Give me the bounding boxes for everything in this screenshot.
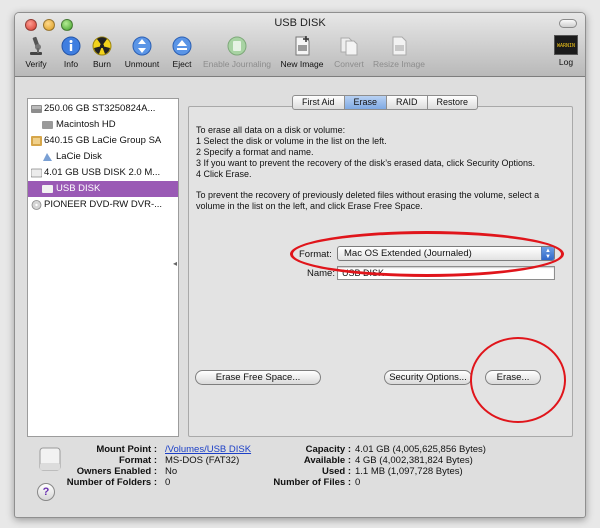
number-of-files-label: Number of Files : <box>273 477 351 488</box>
convert-icon <box>340 37 358 56</box>
sidebar-item-usb-disk-volume[interactable]: USB DISK <box>28 181 178 197</box>
unmount-icon <box>132 36 152 56</box>
erase-free-space-button[interactable]: Erase Free Space... <box>195 370 321 385</box>
log-console-icon: WARNIN <box>554 35 578 55</box>
log-label: Log <box>558 57 574 67</box>
free-space-instruction-line: volume in the list on the left, and clic… <box>196 201 423 211</box>
sidebar-item-label: 640.15 GB LaCie Group SA <box>44 135 162 146</box>
instruction-line: 1 Select the disk or volume in the list … <box>196 136 387 146</box>
instruction-line: 2 Specify a format and name. <box>196 147 314 157</box>
burn-label: Burn <box>93 59 111 69</box>
tab-first-aid[interactable]: First Aid <box>293 96 345 109</box>
title-toolbar: USB DISK Verify Info Burn Unmount Eject … <box>15 13 585 77</box>
new-image-button[interactable]: New Image <box>279 35 325 69</box>
help-button[interactable]: ? <box>37 483 55 501</box>
sidebar-item-label: LaCie Disk <box>56 151 102 162</box>
selected-disk-icon <box>39 447 61 471</box>
sidebar-item-usb-disk-device[interactable]: 4.01 GB USB DISK 2.0 M... <box>28 165 178 181</box>
log-button[interactable]: WARNIN Log <box>553 35 579 67</box>
enable-journaling-label: Enable Journaling <box>202 59 272 69</box>
eject-label: Eject <box>172 59 192 69</box>
format-highlight-annotation <box>290 231 564 277</box>
new-image-icon <box>295 36 310 56</box>
external-disk-icon <box>31 136 42 146</box>
disk-utility-window: USB DISK Verify Info Burn Unmount Eject … <box>14 12 586 518</box>
new-image-label: New Image <box>280 59 324 69</box>
free-space-instruction-line: To prevent the recovery of previously de… <box>196 190 540 200</box>
info-button[interactable]: Info <box>59 35 83 69</box>
unmount-button[interactable]: Unmount <box>121 35 163 69</box>
tab-bar: First Aid Erase RAID Restore <box>292 95 479 110</box>
resize-image-label: Resize Image <box>373 59 425 69</box>
format-info-label: Format : <box>119 455 157 466</box>
security-options-button[interactable]: Security Options... <box>384 370 472 385</box>
verify-button[interactable]: Verify <box>21 35 51 69</box>
sidebar-item-label: 250.06 GB ST3250824A... <box>44 103 156 114</box>
used-value: 1.1 MB (1,097,728 Bytes) <box>355 466 463 477</box>
splitter-handle[interactable]: ◂ <box>173 259 177 268</box>
burn-button[interactable]: Burn <box>89 35 115 69</box>
eject-button[interactable]: Eject <box>169 35 195 69</box>
internal-disk-icon <box>31 105 42 113</box>
sidebar-item-lacie-disk[interactable]: LaCie Disk <box>28 149 178 165</box>
disk-list-sidebar[interactable]: 250.06 GB ST3250824A... Macintosh HD 640… <box>27 98 179 437</box>
owners-enabled-value: No <box>165 466 178 477</box>
convert-label: Convert <box>334 59 364 69</box>
sidebar-item-label: USB DISK <box>56 183 101 194</box>
resize-image-button[interactable]: Resize Image <box>371 35 427 69</box>
sidebar-item-macintosh-hd[interactable]: Macintosh HD <box>28 117 178 133</box>
available-label: Available : <box>303 455 351 466</box>
mount-point-link[interactable]: /Volumes/USB DISK <box>165 444 251 455</box>
sidebar-item-internal-disk[interactable]: 250.06 GB ST3250824A... <box>28 101 178 117</box>
number-of-folders-value: 0 <box>165 477 171 488</box>
number-of-files-value: 0 <box>355 477 361 488</box>
instruction-line: To erase all data on a disk or volume: <box>196 125 346 135</box>
burn-radiation-icon <box>92 36 112 56</box>
owners-enabled-label: Owners Enabled : <box>76 466 157 477</box>
instruction-line: 4 Click Erase. <box>196 169 252 179</box>
eject-icon <box>172 36 192 56</box>
journaling-icon <box>227 36 247 56</box>
erase-highlight-annotation <box>470 337 566 423</box>
resize-image-icon <box>392 36 407 56</box>
tab-restore[interactable]: Restore <box>428 96 478 109</box>
sidebar-item-dvd-drive[interactable]: PIONEER DVD-RW DVR-... <box>28 197 178 213</box>
volume-icon <box>43 153 52 161</box>
mount-point-label: Mount Point : <box>96 444 157 455</box>
convert-button[interactable]: Convert <box>331 35 367 69</box>
optical-drive-icon <box>31 200 42 210</box>
info-label: Info <box>63 59 79 69</box>
capacity-label: Capacity : <box>305 444 351 455</box>
available-value: 4 GB (4,002,381,824 Bytes) <box>355 455 473 466</box>
instruction-line: 3 If you want to prevent the recovery of… <box>196 158 536 168</box>
sidebar-item-lacie-group[interactable]: 640.15 GB LaCie Group SA <box>28 133 178 149</box>
capacity-value: 4.01 GB (4,005,625,856 Bytes) <box>355 444 486 455</box>
tab-erase[interactable]: Erase <box>344 96 388 109</box>
sidebar-item-label: Macintosh HD <box>56 119 116 130</box>
volume-icon <box>42 121 53 129</box>
tab-raid[interactable]: RAID <box>387 96 428 109</box>
window-title: USB DISK <box>274 17 326 29</box>
info-icon <box>61 36 81 56</box>
format-info-value: MS-DOS (FAT32) <box>165 455 240 466</box>
microscope-icon <box>30 36 42 55</box>
toolbar-toggle-button[interactable] <box>559 19 577 28</box>
sidebar-item-label: 4.01 GB USB DISK 2.0 M... <box>44 167 161 178</box>
unmount-label: Unmount <box>124 59 160 69</box>
used-label: Used : <box>321 466 351 477</box>
volume-icon <box>42 185 53 193</box>
number-of-folders-label: Number of Folders : <box>66 477 157 488</box>
sidebar-item-label: PIONEER DVD-RW DVR-... <box>44 199 163 210</box>
enable-journaling-button[interactable]: Enable Journaling <box>201 35 273 69</box>
verify-label: Verify <box>25 59 47 69</box>
usb-disk-icon <box>31 168 42 178</box>
